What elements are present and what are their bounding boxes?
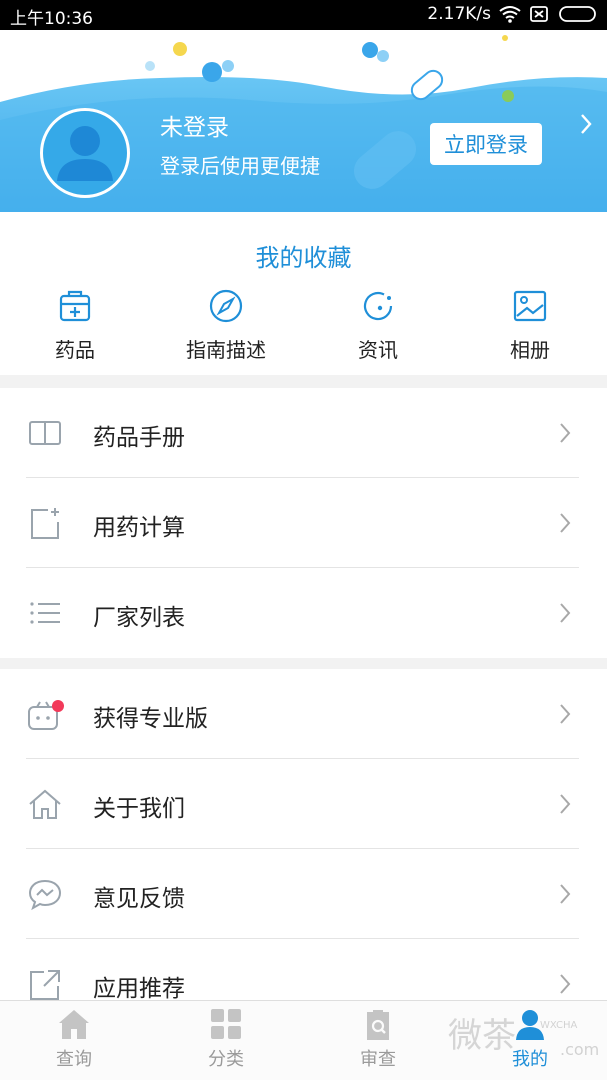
- login-status-subtitle: 登录后使用更便捷: [160, 154, 320, 178]
- watermark-caption: WXCHA: [540, 1020, 578, 1031]
- status-time: 上午10:36: [10, 9, 93, 29]
- tab-search[interactable]: 查询: [24, 1007, 124, 1071]
- news-icon: [363, 291, 393, 321]
- login-button[interactable]: 立即登录: [430, 123, 542, 165]
- network-speed: 2.17K/s: [427, 4, 491, 24]
- default-user-icon: [57, 126, 113, 181]
- compass-icon: [209, 289, 243, 323]
- watermark: 微茶: [448, 1016, 516, 1056]
- favorite-album[interactable]: 相册: [455, 286, 605, 363]
- tab-review[interactable]: 审查: [328, 1007, 428, 1071]
- menu-item-dose-calculator[interactable]: 用药计算: [0, 478, 607, 568]
- list-icon: [30, 602, 60, 624]
- notification-dot: [52, 700, 64, 712]
- tab-label: 审查: [360, 1049, 396, 1070]
- favorite-label: 药品: [55, 338, 95, 362]
- menu-item-get-pro[interactable]: 获得专业版: [0, 669, 607, 759]
- chevron-right-icon: [560, 884, 571, 904]
- menu-item-label: 药品手册: [93, 425, 185, 451]
- favorite-medicine[interactable]: 药品: [0, 286, 150, 363]
- chevron-right-icon: [560, 794, 571, 814]
- home-outline-icon: [29, 789, 61, 819]
- battery-icon: [559, 6, 596, 22]
- menu-group-about: 获得专业版 关于我们 意见反馈 应用推荐: [0, 669, 607, 1029]
- chevron-right-icon: [560, 423, 571, 443]
- menu-item-manufacturer-list[interactable]: 厂家列表: [0, 568, 607, 658]
- chevron-right-icon: [560, 513, 571, 533]
- sim-off-icon: [530, 6, 548, 22]
- menu-item-label: 应用推荐: [93, 976, 185, 1002]
- login-status-title: 未登录: [160, 115, 229, 141]
- menu-item-label: 获得专业版: [93, 706, 208, 732]
- grid-icon: [211, 1009, 241, 1039]
- menu-item-label: 用药计算: [93, 515, 185, 541]
- chevron-right-icon: [560, 704, 571, 724]
- share-icon: [30, 970, 60, 1000]
- wifi-icon: [499, 6, 521, 23]
- chat-icon: [28, 879, 62, 911]
- watermark-domain: .com: [560, 1040, 600, 1059]
- favorite-guide[interactable]: 指南描述: [151, 286, 301, 363]
- menu-item-about-us[interactable]: 关于我们: [0, 759, 607, 849]
- tab-label: 分类: [208, 1049, 244, 1070]
- favorite-label: 相册: [510, 338, 550, 362]
- tab-category[interactable]: 分类: [176, 1007, 276, 1071]
- menu-item-label: 厂家列表: [93, 605, 185, 631]
- profile-chevron-icon[interactable]: [578, 112, 594, 136]
- calculator-icon: [31, 508, 59, 539]
- home-icon: [59, 1010, 89, 1039]
- menu-item-label: 关于我们: [93, 796, 185, 822]
- avatar[interactable]: [40, 108, 130, 198]
- chevron-right-icon: [560, 603, 571, 623]
- favorites-title: 我的收藏: [255, 244, 352, 272]
- menu-item-label: 意见反馈: [93, 886, 185, 912]
- menu-item-feedback[interactable]: 意见反馈: [0, 849, 607, 939]
- profile-header: 未登录 登录后使用更便捷 立即登录: [0, 30, 607, 212]
- photo-album-icon: [513, 290, 547, 322]
- favorite-label: 资讯: [358, 338, 398, 362]
- tab-label: 查询: [56, 1049, 92, 1070]
- medicine-box-icon: [59, 290, 91, 322]
- clipboard-icon: [367, 1010, 389, 1040]
- favorite-label: 指南描述: [186, 338, 266, 362]
- chevron-right-icon: [560, 974, 571, 994]
- menu-item-drug-manual[interactable]: 药品手册: [0, 388, 607, 478]
- menu-group-tools: 药品手册 用药计算 厂家列表: [0, 388, 607, 658]
- favorites-section: 我的收藏 药品 指南描述 资讯 相册: [0, 212, 607, 375]
- book-icon: [29, 421, 61, 445]
- status-bar: 上午10:36 2.17K/s: [0, 0, 607, 30]
- favorite-news[interactable]: 资讯: [303, 286, 453, 363]
